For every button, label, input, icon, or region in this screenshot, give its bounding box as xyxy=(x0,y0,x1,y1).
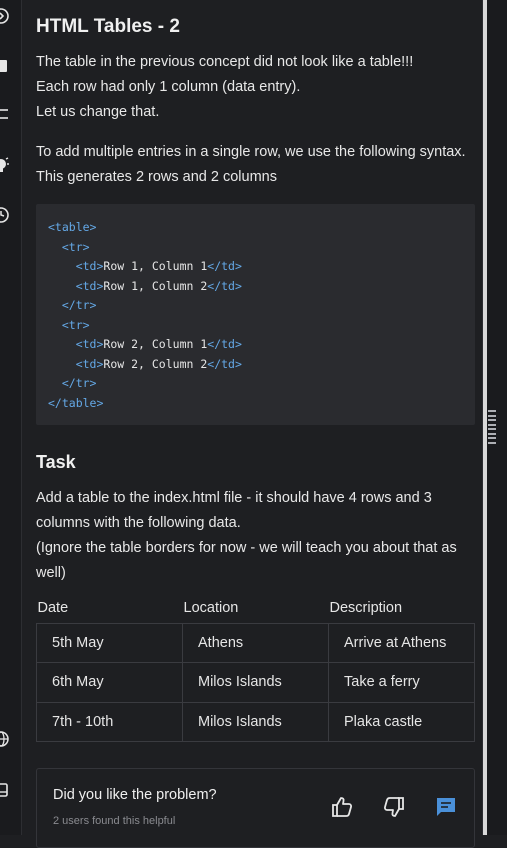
table-cell: 5th May xyxy=(36,622,183,663)
stop-icon[interactable] xyxy=(0,57,10,75)
column-header: Description xyxy=(329,600,403,616)
feedback-question: Did you like the problem? xyxy=(53,787,217,803)
code-line: <td>Row 1, Column 2</td> xyxy=(48,277,463,297)
helpful-count: 2 users found this helpful xyxy=(53,815,176,827)
code-token: </tr> xyxy=(61,376,97,390)
task-line: columns with the following data. xyxy=(36,515,241,531)
play-circle-icon[interactable] xyxy=(0,7,10,25)
intro-paragraph: The table in the previous concept did no… xyxy=(36,50,480,125)
table-cell: 7th - 10th xyxy=(36,701,183,742)
code-token: </tr> xyxy=(61,298,97,312)
code-line: <td>Row 2, Column 2</td> xyxy=(48,355,463,375)
table-cell: Milos Islands xyxy=(182,701,329,742)
code-line: <tr> xyxy=(48,238,463,258)
code-line: <td>Row 1, Column 1</td> xyxy=(48,257,463,277)
table-cell: Athens xyxy=(182,622,329,663)
task-data-table: Date Location Description 5th May Athens… xyxy=(36,600,475,742)
code-line: </tr> xyxy=(48,374,463,394)
syntax-line: To add multiple entries in a single row,… xyxy=(36,144,466,160)
table-header-row: Date Location Description xyxy=(37,600,475,623)
code-block: <table> <tr> <td>Row 1, Column 1</td> <t… xyxy=(36,204,475,425)
task-line: well) xyxy=(36,565,66,581)
lightbulb-icon[interactable] xyxy=(0,156,10,174)
code-token: <td> xyxy=(75,259,104,273)
task-paragraph: Add a table to the index.html file - it … xyxy=(36,486,480,586)
table-cell: Milos Islands xyxy=(182,662,329,703)
table-row: 7th - 10th Milos Islands Plaka castle xyxy=(36,701,475,742)
code-token: Row 2, Column 1 xyxy=(103,337,208,351)
column-header: Date xyxy=(37,600,69,616)
code-token: Row 1, Column 2 xyxy=(103,278,208,293)
code-line: </table> xyxy=(48,394,463,414)
list-icon[interactable] xyxy=(0,105,10,123)
thumbs-down-icon[interactable] xyxy=(381,794,407,820)
intro-line: Each row had only 1 column (data entry). xyxy=(36,79,301,95)
history-icon[interactable] xyxy=(0,206,10,224)
terminal-icon[interactable] xyxy=(0,781,10,799)
thumbs-up-icon[interactable] xyxy=(329,794,355,820)
lesson-panel: HTML Tables - 2 The table in the previou… xyxy=(24,0,482,848)
left-icon-rail xyxy=(0,0,22,835)
comment-icon[interactable] xyxy=(433,794,459,820)
code-token: <tr> xyxy=(61,317,90,332)
table-cell: 6th May xyxy=(36,662,183,703)
table-cell: Arrive at Athens xyxy=(328,622,475,663)
task-heading: Task xyxy=(36,452,76,472)
task-line: Add a table to the index.html file - it … xyxy=(36,490,432,506)
intro-line: Let us change that. xyxy=(36,104,160,120)
task-line: (Ignore the table borders for now - we w… xyxy=(36,540,457,556)
code-token: Row 1, Column 1 xyxy=(103,259,208,273)
column-header: Location xyxy=(183,600,239,616)
resize-handle-icon[interactable] xyxy=(488,410,496,444)
code-token: </td> xyxy=(207,278,242,293)
code-line: </tr> xyxy=(48,296,463,316)
intro-line: The table in the previous concept did no… xyxy=(36,54,414,70)
code-token: Row 2, Column 2 xyxy=(103,356,208,371)
code-token: </table> xyxy=(48,395,104,410)
code-line: <tr> xyxy=(48,316,463,336)
table-row: 5th May Athens Arrive at Athens xyxy=(36,622,475,663)
code-line: <td>Row 2, Column 1</td> xyxy=(48,335,463,355)
table-cell: Take a ferry xyxy=(328,662,475,703)
scrollbar[interactable] xyxy=(483,0,487,835)
code-token: </td> xyxy=(207,259,242,273)
code-token: <tr> xyxy=(61,239,90,254)
globe-icon[interactable] xyxy=(0,730,10,748)
syntax-paragraph: To add multiple entries in a single row,… xyxy=(36,140,480,190)
code-token: <table> xyxy=(48,220,97,234)
table-cell: Plaka castle xyxy=(328,701,475,742)
feedback-card: Did you like the problem? 2 users found … xyxy=(36,768,475,848)
code-token: </td> xyxy=(207,356,242,371)
syntax-line: This generates 2 rows and 2 columns xyxy=(36,169,277,185)
code-token: <td> xyxy=(75,278,104,293)
code-line: <table> xyxy=(48,218,463,238)
code-token: </td> xyxy=(207,337,242,351)
code-token: <td> xyxy=(75,356,104,371)
lesson-title: HTML Tables - 2 xyxy=(36,16,180,37)
table-row: 6th May Milos Islands Take a ferry xyxy=(36,662,475,703)
code-token: <td> xyxy=(75,337,104,351)
